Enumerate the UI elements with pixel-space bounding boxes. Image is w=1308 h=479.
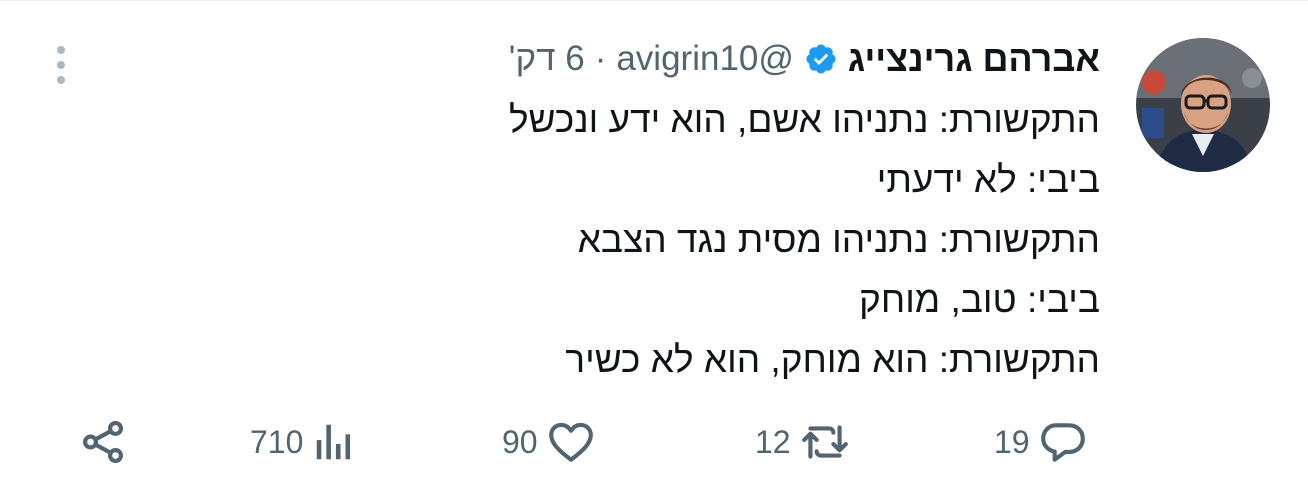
tweet-line: התקשורת: נתניהו מסית נגד הצבא [577,219,1100,260]
tweet-timestamp[interactable]: 6 דק' [509,39,585,79]
replies-count: 19 [994,423,1030,460]
avatar[interactable] [1136,38,1270,172]
retweet-icon [801,425,848,459]
share-icon [83,420,123,464]
share-button[interactable] [78,410,128,474]
heart-icon [548,422,593,462]
action-bar: 710 90 12 19 [0,410,1308,474]
author-name[interactable]: אברהם גרינצייג [848,38,1100,80]
views-button[interactable]: 710 [250,410,357,474]
retweet-button[interactable]: 12 [755,410,851,474]
tweet[interactable]: אברהם גרינצייג @avigrin10 · 6 דק' התקשור… [0,0,1308,479]
avatar-image [1136,38,1270,172]
tweet-line: התקשורת: נתניהו אשם, הוא ידע ונכשל [508,99,1100,140]
tweet-line: ביבי: טוב, מוחק [859,279,1100,320]
meta-separator: · [594,39,607,78]
author-handle[interactable]: @avigrin10 [616,39,794,79]
tweet-line: ביבי: לא ידעתי [876,159,1100,200]
tweet-line: התקשורת: הוא מוחק, הוא לא כשיר [565,339,1100,380]
retweets-count: 12 [755,423,791,460]
reply-icon [1040,423,1085,462]
more-options-button[interactable] [44,40,78,90]
tweet-header: אברהם גרינצייג @avigrin10 · 6 דק' [509,34,1100,84]
tweet-text: התקשורת: נתניהו אשם, הוא ידע ונכשל ביבי:… [509,90,1100,390]
verified-badge-icon [804,42,838,76]
likes-count: 90 [502,423,538,460]
like-button[interactable]: 90 [502,410,596,474]
reply-button[interactable]: 19 [994,410,1088,474]
more-vertical-icon [57,46,65,54]
views-chart-icon [317,424,351,460]
views-count: 710 [250,423,304,460]
